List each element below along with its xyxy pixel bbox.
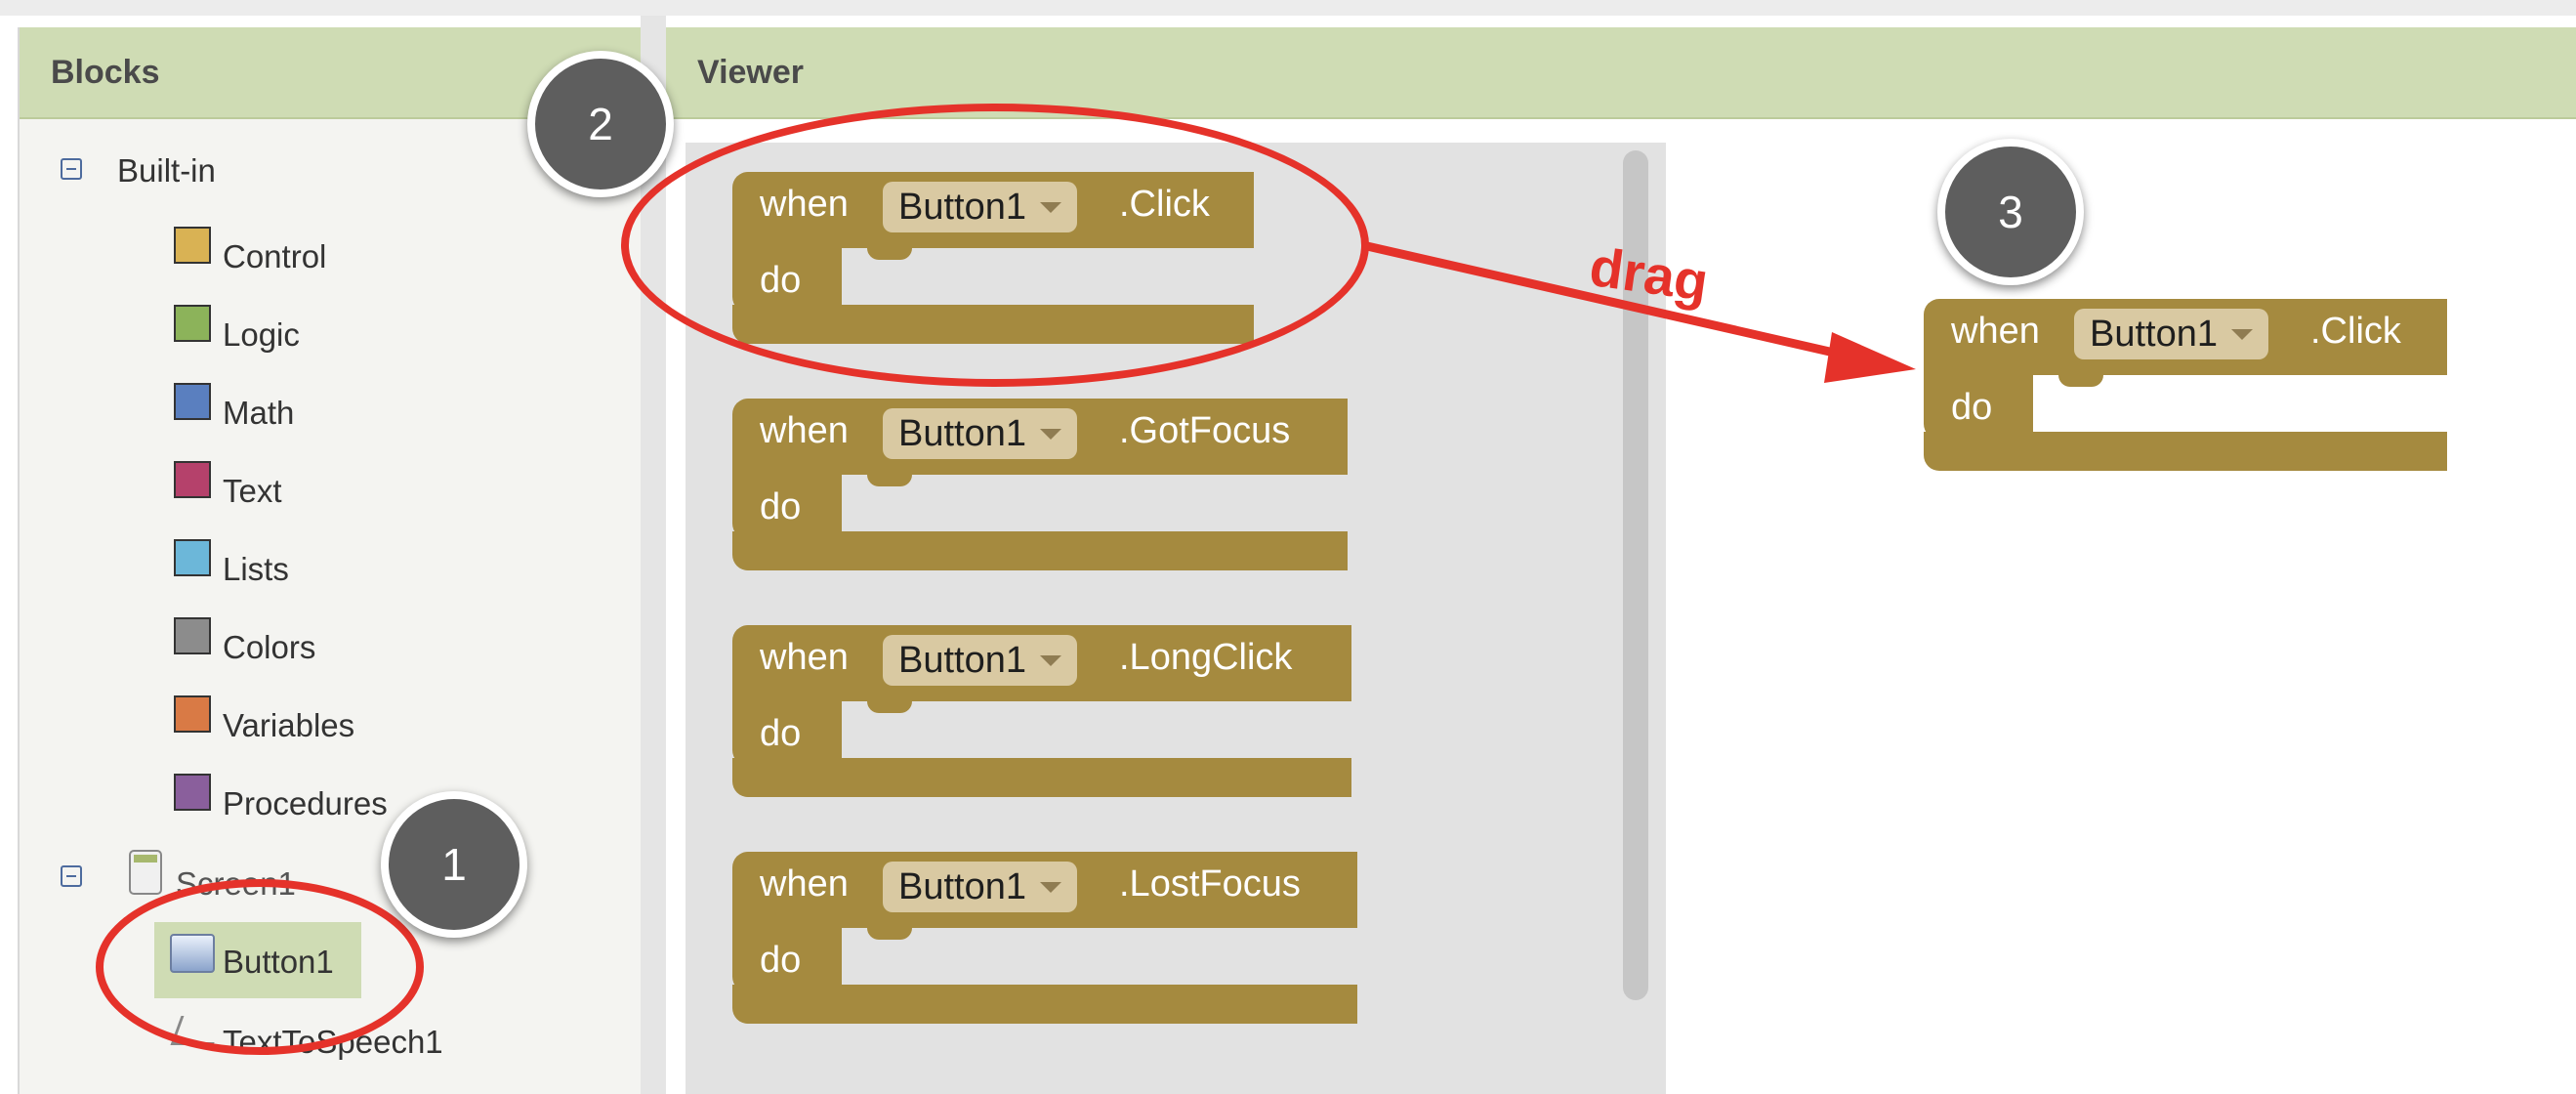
tree-item-math[interactable]: Math: [223, 395, 294, 432]
logic-swatch-icon: [174, 305, 211, 342]
when-keyword: when: [760, 410, 849, 451]
step-badge-2: 2: [527, 51, 674, 197]
tree-item-colors[interactable]: Colors: [223, 629, 315, 666]
event-name: .LostFocus: [1119, 863, 1301, 905]
tree-item-control[interactable]: Control: [223, 238, 326, 275]
lostfocus-event-block[interactable]: when Button1 .LostFocus do: [732, 852, 1357, 1024]
collapse-builtin-icon[interactable]: [61, 158, 82, 180]
workspace-click-event-block[interactable]: when Button1 .Click do: [1924, 299, 2447, 471]
do-keyword: do: [760, 940, 802, 981]
dropdown-caret-icon: [1040, 428, 1061, 440]
component-dropdown[interactable]: Button1: [2074, 309, 2268, 359]
highlight-ellipse-button1: [96, 879, 424, 1055]
step-badge-3: 3: [1937, 139, 2084, 285]
screen-icon: [129, 850, 162, 895]
control-swatch-icon: [174, 227, 211, 264]
event-name: .GotFocus: [1119, 410, 1291, 451]
lists-swatch-icon: [174, 539, 211, 576]
collapse-screen-icon[interactable]: [61, 865, 82, 887]
when-keyword: when: [1951, 311, 2040, 352]
event-name: .LongClick: [1119, 637, 1293, 678]
tree-item-lists[interactable]: Lists: [223, 551, 289, 588]
event-name: .Click: [2310, 311, 2401, 352]
highlight-ellipse-click-block: [621, 104, 1369, 387]
math-swatch-icon: [174, 383, 211, 420]
when-keyword: when: [760, 863, 849, 905]
do-keyword: do: [760, 486, 802, 527]
do-keyword: do: [1951, 387, 1993, 428]
longclick-event-block[interactable]: when Button1 .LongClick do: [732, 625, 1351, 797]
app-frame: Blocks Built-in Control Logic Math Text …: [0, 0, 2576, 1094]
colors-swatch-icon: [174, 617, 211, 654]
when-keyword: when: [760, 637, 849, 678]
procedures-swatch-icon: [174, 774, 211, 811]
dropdown-caret-icon: [1040, 654, 1061, 666]
component-dropdown[interactable]: Button1: [883, 862, 1077, 912]
do-keyword: do: [760, 713, 802, 754]
tree-item-variables[interactable]: Variables: [223, 707, 354, 744]
component-dropdown[interactable]: Button1: [883, 408, 1077, 459]
tree-item-logic[interactable]: Logic: [223, 316, 300, 354]
tree-item-builtin[interactable]: Built-in: [117, 152, 216, 189]
tree-item-procedures[interactable]: Procedures: [223, 785, 388, 822]
component-dropdown[interactable]: Button1: [883, 635, 1077, 686]
dropdown-caret-icon: [1040, 881, 1061, 893]
tree-item-text[interactable]: Text: [223, 473, 282, 510]
text-swatch-icon: [174, 461, 211, 498]
dropdown-caret-icon: [2231, 328, 2253, 340]
gotfocus-event-block[interactable]: when Button1 .GotFocus do: [732, 399, 1348, 570]
variables-swatch-icon: [174, 695, 211, 733]
top-strip: [0, 0, 2576, 16]
step-badge-1: 1: [381, 791, 527, 938]
